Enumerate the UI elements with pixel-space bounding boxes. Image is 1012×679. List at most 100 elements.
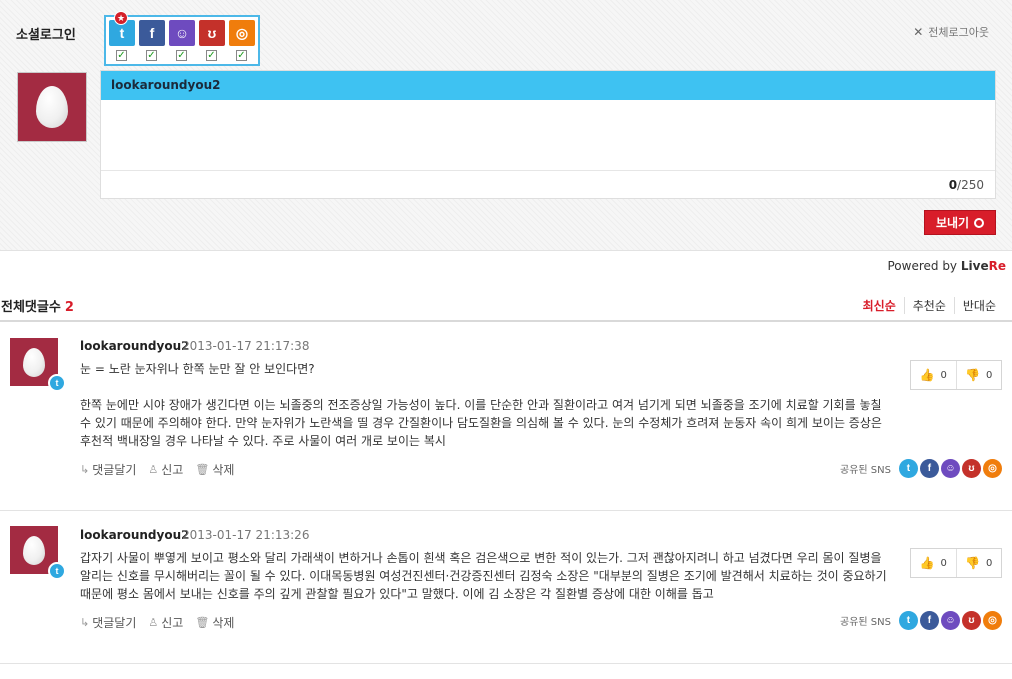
- yozm-icon[interactable]: ʊ: [961, 459, 981, 478]
- egg-avatar-icon: [23, 535, 45, 565]
- send-button[interactable]: 보내기: [924, 210, 996, 235]
- dislike-count: 0: [986, 369, 993, 381]
- comment-text: 갑자기 사물이 뿌옇게 보이고 평소와 달리 가래색이 변하거나 손톱이 흰색 …: [80, 551, 887, 601]
- comment-author[interactable]: lookaroundyou2: [80, 528, 189, 542]
- bell-icon: ♙: [148, 616, 159, 629]
- report-button[interactable]: ♙ 신고: [148, 614, 183, 631]
- cyworld-icon[interactable]: ◎: [982, 459, 1002, 478]
- thumbs-down-icon: 👎: [965, 368, 981, 382]
- cyworld-checkbox[interactable]: ✓: [236, 50, 247, 61]
- delete-button[interactable]: 🗑 삭제: [195, 614, 234, 631]
- comment-editor: lookaroundyou2 0/250: [100, 70, 996, 199]
- my-avatar: [17, 72, 87, 142]
- bell-icon: ♙: [148, 463, 159, 476]
- reply-arrow-icon: ↳: [80, 616, 90, 629]
- dislike-button[interactable]: 👎 0: [955, 549, 1002, 577]
- dislike-count: 0: [986, 557, 993, 569]
- powered-by-text: Powered by: [887, 259, 958, 273]
- sort-recommended[interactable]: 추천순: [903, 297, 954, 314]
- comment-actions: ↳ 댓글달기 ♙ 신고 🗑 삭제: [80, 614, 234, 631]
- circle-icon: [974, 217, 985, 228]
- delete-label: 삭제: [212, 463, 235, 477]
- livere-logo-live: Live: [960, 259, 989, 273]
- twitter-icon[interactable]: t: [898, 459, 918, 478]
- sort-opposed[interactable]: 반대순: [953, 297, 1004, 314]
- char-limit: /250: [957, 178, 984, 192]
- logout-all-link[interactable]: ✕ 전체로그아웃: [913, 24, 989, 40]
- report-button[interactable]: ♙ 신고: [148, 461, 183, 478]
- reply-arrow-icon: ↳: [80, 463, 90, 476]
- reply-label: 댓글달기: [92, 616, 137, 630]
- twitter-icon[interactable]: t: [898, 611, 918, 630]
- social-login-label: 소셜로그인: [16, 28, 76, 43]
- facebook-checkbox[interactable]: ✓: [146, 50, 157, 61]
- twitter-checkbox[interactable]: ✓: [116, 50, 127, 61]
- delete-button[interactable]: 🗑 삭제: [195, 461, 234, 478]
- report-label: 신고: [161, 463, 184, 477]
- twitter-badge-icon: t: [48, 374, 66, 392]
- egg-avatar-icon: [23, 347, 45, 377]
- reply-button[interactable]: ↳ 댓글달기: [80, 614, 136, 631]
- dislike-button[interactable]: 👎 0: [955, 361, 1002, 389]
- egg-avatar-icon: [36, 86, 68, 128]
- like-count: 0: [940, 557, 947, 569]
- like-button[interactable]: 👍 0: [911, 549, 956, 577]
- shared-sns-label: 공유된 SNS: [840, 465, 891, 476]
- comment-count: 2: [64, 300, 74, 315]
- shared-sns: 공유된 SNS t f ☺ ʊ ◎: [840, 611, 1002, 630]
- trash-icon: 🗑: [195, 463, 210, 476]
- reply-button[interactable]: ↳ 댓글달기: [80, 461, 136, 478]
- facebook-icon[interactable]: f: [139, 20, 165, 46]
- comment-author[interactable]: lookaroundyou2: [80, 339, 189, 353]
- sort-latest[interactable]: 최신순: [855, 297, 904, 314]
- thumbs-down-icon: 👎: [965, 556, 981, 570]
- reply-label: 댓글달기: [92, 463, 137, 477]
- comments-header: 전체댓글수 2 최신순 추천순 반대순: [0, 284, 1012, 322]
- comment-item: t lookaroundyou2 2013-01-17 21:17:38 눈 =…: [0, 322, 1012, 511]
- comment-item: t lookaroundyou2 2013-01-17 21:13:26 갑자기…: [0, 511, 1012, 664]
- comment-count-label: 전체댓글수: [1, 300, 61, 315]
- comment-count-title: 전체댓글수 2: [1, 296, 74, 315]
- sort-options: 최신순 추천순 반대순: [855, 297, 1004, 314]
- char-count: 0: [948, 178, 958, 192]
- comment-date: 2013-01-17 21:13:26: [182, 528, 310, 542]
- livere-logo-re: Re: [988, 259, 1006, 273]
- twitter-badge-icon: t: [48, 562, 66, 580]
- sns-selector: t f ☺ ʊ ◎ ✓ ✓ ✓ ✓ ✓: [104, 15, 260, 66]
- report-label: 신고: [161, 616, 184, 630]
- comment-write-area: 소셜로그인 t f ☺ ʊ ◎ ✓ ✓ ✓ ✓ ✓ ★ ✕ 전체로그아웃 loo…: [0, 0, 1012, 251]
- shared-sns: 공유된 SNS t f ☺ ʊ ◎: [840, 459, 1002, 478]
- livere-logo: LiveRe: [961, 259, 1006, 273]
- yozm-checkbox[interactable]: ✓: [206, 50, 217, 61]
- yozm-icon[interactable]: ʊ: [961, 611, 981, 630]
- facebook-icon[interactable]: f: [919, 611, 939, 630]
- comment-textarea[interactable]: [101, 100, 995, 170]
- yozm-icon[interactable]: ʊ: [199, 20, 225, 46]
- facebook-icon[interactable]: f: [919, 459, 939, 478]
- send-label: 보내기: [935, 216, 970, 230]
- thumbs-up-icon: 👍: [919, 556, 935, 570]
- cyworld-icon[interactable]: ◎: [982, 611, 1002, 630]
- comment-text: 눈 = 노란 눈자위나 한쪽 눈만 잘 안 보인다면? 한쪽 눈에만 시야 장애…: [80, 362, 882, 448]
- me2day-icon[interactable]: ☺: [940, 611, 960, 630]
- like-count: 0: [940, 369, 947, 381]
- powered-by[interactable]: Powered by LiveRe: [887, 259, 1006, 273]
- char-counter: 0/250: [101, 170, 995, 198]
- comment-date: 2013-01-17 21:17:38: [182, 339, 310, 353]
- close-icon: ✕: [913, 25, 924, 39]
- me2day-checkbox[interactable]: ✓: [176, 50, 187, 61]
- vote-box: 👍 0 👎 0: [910, 548, 1002, 578]
- thumbs-up-icon: 👍: [919, 368, 935, 382]
- comment-actions: ↳ 댓글달기 ♙ 신고 🗑 삭제: [80, 461, 234, 478]
- shared-sns-label: 공유된 SNS: [840, 617, 891, 628]
- editor-username: lookaroundyou2: [101, 71, 995, 100]
- like-button[interactable]: 👍 0: [911, 361, 956, 389]
- cyworld-icon[interactable]: ◎: [229, 20, 255, 46]
- delete-label: 삭제: [212, 616, 235, 630]
- primary-star-icon: ★: [114, 11, 128, 25]
- trash-icon: 🗑: [195, 616, 210, 629]
- vote-box: 👍 0 👎 0: [910, 360, 1002, 390]
- me2day-icon[interactable]: ☺: [940, 459, 960, 478]
- logout-all-label: 전체로그아웃: [928, 26, 989, 39]
- me2day-icon[interactable]: ☺: [169, 20, 195, 46]
